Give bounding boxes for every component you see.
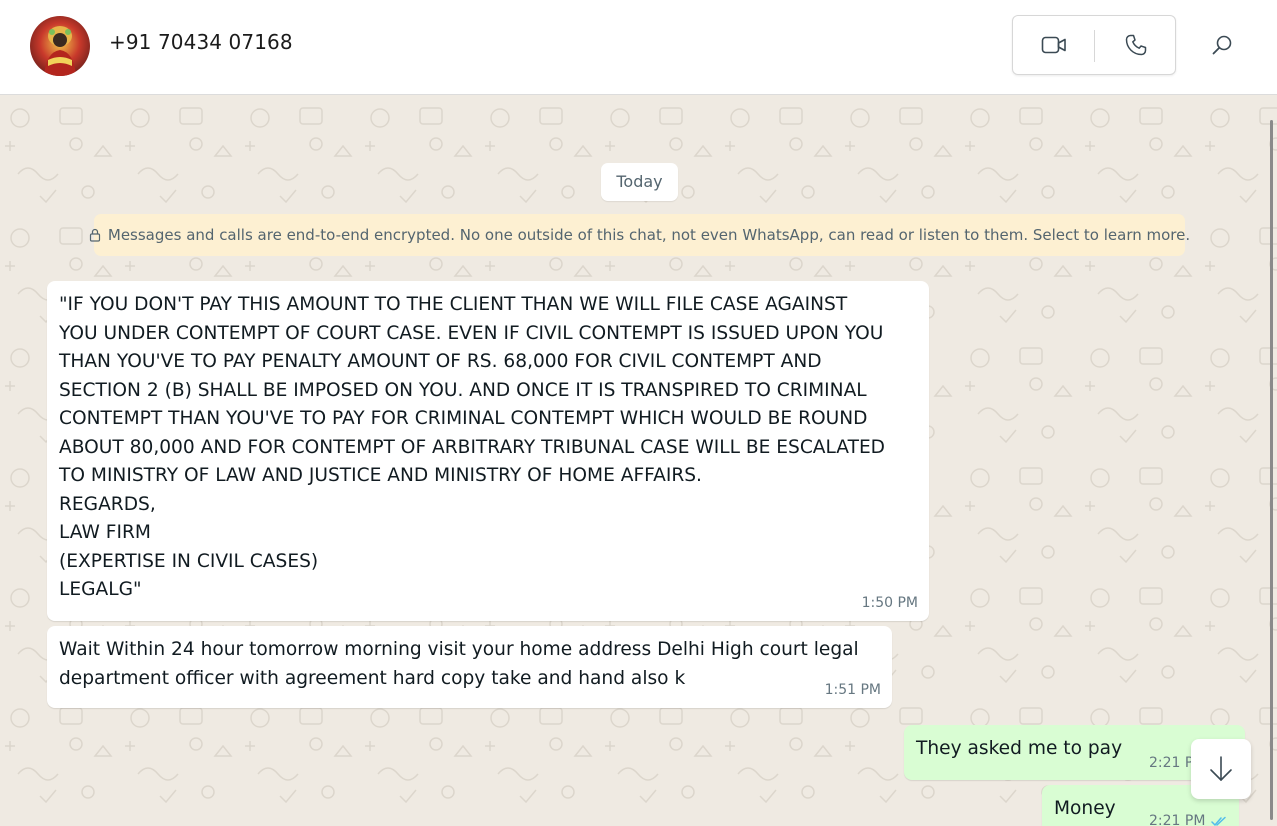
arrow-down-icon — [1210, 756, 1232, 781]
date-chip: Today — [601, 163, 678, 201]
double-check-icon — [1211, 816, 1227, 826]
message-time-wrapper: 2:21 PM — [1149, 813, 1227, 826]
message-time: 1:50 PM — [861, 595, 918, 611]
message-bubble-incoming[interactable]: Wait Within 24 hour tomorrow morning vis… — [47, 626, 892, 708]
lock-icon — [89, 228, 100, 242]
message-time: 1:51 PM — [824, 682, 881, 698]
chat-header: +91 70434 07168 — [0, 0, 1277, 95]
search-button[interactable] — [1205, 28, 1239, 62]
video-camera-icon — [1041, 36, 1066, 54]
encryption-notice[interactable]: Messages and calls are end-to-end encryp… — [89, 214, 1190, 256]
message-text: Wait Within 24 hour tomorrow morning vis… — [59, 639, 859, 689]
search-icon — [1212, 35, 1232, 55]
video-call-button[interactable] — [1013, 16, 1094, 74]
encryption-notice-text: Messages and calls are end-to-end encryp… — [107, 226, 1191, 244]
phone-icon — [1125, 34, 1146, 56]
call-button-group — [1012, 15, 1176, 75]
scroll-to-bottom-button[interactable] — [1191, 739, 1251, 799]
message-text: "IF YOU DON'T PAY THIS AMOUNT TO THE CLI… — [59, 294, 886, 600]
avatar-photo — [30, 16, 90, 76]
contact-avatar[interactable] — [30, 16, 90, 76]
message-bubble-incoming[interactable]: "IF YOU DON'T PAY THIS AMOUNT TO THE CLI… — [47, 281, 929, 621]
chat-scrollbar[interactable] — [1270, 120, 1273, 820]
message-time: 2:21 PM — [1149, 813, 1206, 826]
voice-call-button[interactable] — [1095, 16, 1176, 74]
contact-name[interactable]: +91 70434 07168 — [109, 30, 293, 54]
